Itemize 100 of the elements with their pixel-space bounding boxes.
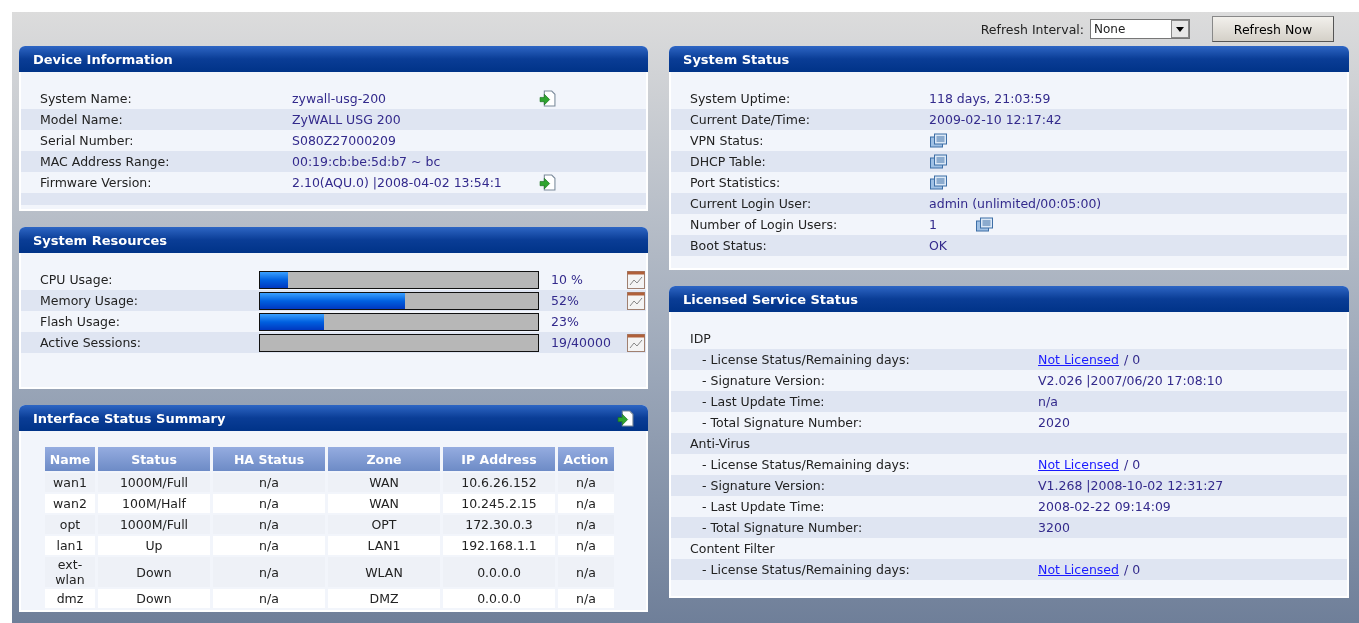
field-label: - Last Update Time: xyxy=(701,394,826,409)
table-cell: 0.0.0.0 xyxy=(443,557,555,587)
panel-title: Device Information xyxy=(33,51,173,67)
field-value: ZyWALL USG 200 xyxy=(292,112,402,127)
column-header: Status xyxy=(98,447,210,471)
not-licensed-link[interactable]: Not Licensed xyxy=(1038,562,1119,577)
refresh-interval-select[interactable]: None xyxy=(1090,19,1190,39)
field-value: n/a xyxy=(1038,394,1058,409)
table-cell: n/a xyxy=(558,473,614,492)
field-value: OK xyxy=(929,238,948,253)
table-cell: n/a xyxy=(213,589,325,608)
resource-label: Flash Usage: xyxy=(40,314,121,329)
service-group-label: Content Filter xyxy=(690,541,775,556)
table-cell: dmz xyxy=(45,589,95,608)
table-cell: lan1 xyxy=(45,536,95,555)
field-value: S080Z27000209 xyxy=(292,133,397,148)
column-header: HA Status xyxy=(213,447,325,471)
column-header: Action xyxy=(558,447,614,471)
table-cell: wan2 xyxy=(45,494,95,513)
column-header: IP Address xyxy=(443,447,555,471)
table-cell: Down xyxy=(98,589,210,608)
field-label: Serial Number: xyxy=(40,133,135,148)
field-value: 2008-02-22 09:14:09 xyxy=(1038,499,1171,514)
usage-reading: 10 % xyxy=(551,272,584,287)
field-label: - Total Signature Number: xyxy=(701,415,864,430)
field-value: 2020 xyxy=(1038,415,1070,430)
service-group-label: IDP xyxy=(690,331,711,346)
field-value: 2009-02-10 12:17:42 xyxy=(929,112,1062,127)
panel-title: Licensed Service Status xyxy=(683,291,859,307)
resource-label: Active Sessions: xyxy=(40,335,143,350)
field-label: - Signature Version: xyxy=(701,373,826,388)
field-label: - License Status/Remaining days: xyxy=(701,562,911,577)
field-label: Firmware Version: xyxy=(40,175,153,190)
table-cell: opt xyxy=(45,515,95,534)
field-value: / 0 xyxy=(1123,352,1141,367)
field-value: V1.268 |2008-10-02 12:31:27 xyxy=(1038,478,1224,493)
table-cell: OPT xyxy=(328,515,440,534)
column-header: Zone xyxy=(328,447,440,471)
resource-label: Memory Usage: xyxy=(40,293,139,308)
panel-title: System Resources xyxy=(33,232,168,248)
refresh-now-button[interactable]: Refresh Now xyxy=(1212,16,1334,42)
field-value: 00:19:cb:be:5d:b7 ~ bc xyxy=(292,154,442,169)
usage-reading: 23% xyxy=(551,314,580,329)
field-value: 3200 xyxy=(1038,520,1070,535)
table-cell: n/a xyxy=(213,515,325,534)
window-list-icon[interactable] xyxy=(929,132,949,149)
panel-title: Interface Status Summary xyxy=(33,410,226,426)
table-cell: n/a xyxy=(558,515,614,534)
field-value: admin (unlimited/00:05:00) xyxy=(929,196,1102,211)
field-label: Current Login User: xyxy=(690,196,813,211)
window-list-icon[interactable] xyxy=(975,216,994,233)
table-cell: Up xyxy=(98,536,210,555)
panel-title: System Status xyxy=(683,51,790,67)
field-value: 118 days, 21:03:59 xyxy=(929,91,1051,106)
table-cell: n/a xyxy=(213,494,325,513)
field-label: VPN Status: xyxy=(690,133,765,148)
field-label: System Name: xyxy=(40,91,133,106)
table-cell: Down xyxy=(98,557,210,587)
field-value: 2.10(AQU.0) |2008-04-02 13:54:1 xyxy=(292,175,503,190)
field-label: DHCP Table: xyxy=(690,154,767,169)
table-cell: 100M/Half xyxy=(98,494,210,513)
chart-icon[interactable] xyxy=(627,291,645,310)
chart-icon[interactable] xyxy=(627,270,645,289)
usage-reading: 19/40000 xyxy=(551,335,612,350)
not-licensed-link[interactable]: Not Licensed xyxy=(1038,457,1119,472)
export-icon[interactable] xyxy=(617,409,635,427)
window-list-icon[interactable] xyxy=(929,174,949,191)
field-value: V2.026 |2007/06/20 17:08:10 xyxy=(1038,373,1223,388)
table-cell: 0.0.0.0 xyxy=(443,589,555,608)
field-label: - Total Signature Number: xyxy=(701,520,864,535)
table-cell: n/a xyxy=(213,557,325,587)
table-cell: n/a xyxy=(558,536,614,555)
field-label: - License Status/Remaining days: xyxy=(701,457,911,472)
table-cell: 172.30.0.3 xyxy=(443,515,555,534)
field-label: - Last Update Time: xyxy=(701,499,826,514)
field-label: - Signature Version: xyxy=(701,478,826,493)
table-cell: ext-wlan xyxy=(45,557,95,587)
table-cell: n/a xyxy=(558,589,614,608)
field-label: Boot Status: xyxy=(690,238,768,253)
usage-reading: 52% xyxy=(551,293,580,308)
field-label: Number of Login Users: xyxy=(690,217,839,232)
resource-label: CPU Usage: xyxy=(40,272,114,287)
table-cell: n/a xyxy=(558,494,614,513)
chart-icon[interactable] xyxy=(627,333,645,352)
table-cell: 192.168.1.1 xyxy=(443,536,555,555)
not-licensed-link[interactable]: Not Licensed xyxy=(1038,352,1119,367)
field-value: / 0 xyxy=(1123,457,1141,472)
table-cell: WAN xyxy=(328,494,440,513)
table-cell: wan1 xyxy=(45,473,95,492)
field-label: Model Name: xyxy=(40,112,124,127)
table-cell: LAN1 xyxy=(328,536,440,555)
table-cell: n/a xyxy=(213,473,325,492)
field-label: Current Date/Time: xyxy=(690,112,811,127)
table-cell: n/a xyxy=(558,557,614,587)
field-value: zywall-usg-200 xyxy=(292,91,388,106)
field-label: - License Status/Remaining days: xyxy=(701,352,911,367)
field-label: MAC Address Range: xyxy=(40,154,171,169)
table-cell: 1000M/Full xyxy=(98,473,210,492)
table-cell: 10.245.2.15 xyxy=(443,494,555,513)
window-list-icon[interactable] xyxy=(929,153,949,170)
